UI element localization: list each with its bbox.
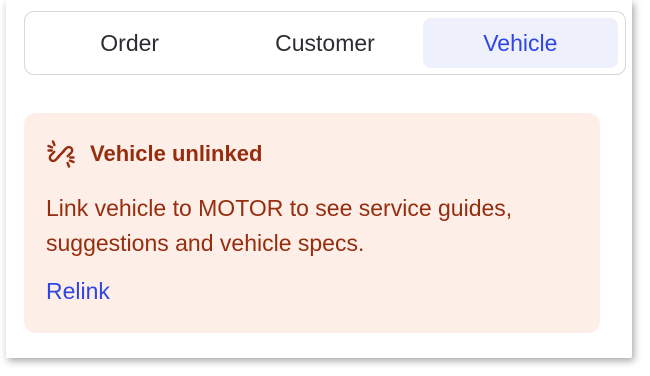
tab-customer[interactable]: Customer <box>227 18 422 68</box>
alert-header: Vehicle unlinked <box>46 139 262 169</box>
tab-order[interactable]: Order <box>32 18 227 68</box>
vehicle-unlinked-alert: Vehicle unlinked Link vehicle to MOTOR t… <box>24 113 600 333</box>
vehicle-panel: Order Customer Vehicle Vehicle unlinked <box>6 0 632 358</box>
alert-title: Vehicle unlinked <box>90 141 263 166</box>
relink-link[interactable]: Relink <box>46 278 110 305</box>
tab-vehicle[interactable]: Vehicle <box>422 18 618 68</box>
tab-bar: Order Customer Vehicle <box>24 11 626 75</box>
unlink-icon <box>46 139 76 169</box>
alert-message: Link vehicle to MOTOR to see service gui… <box>46 195 513 256</box>
